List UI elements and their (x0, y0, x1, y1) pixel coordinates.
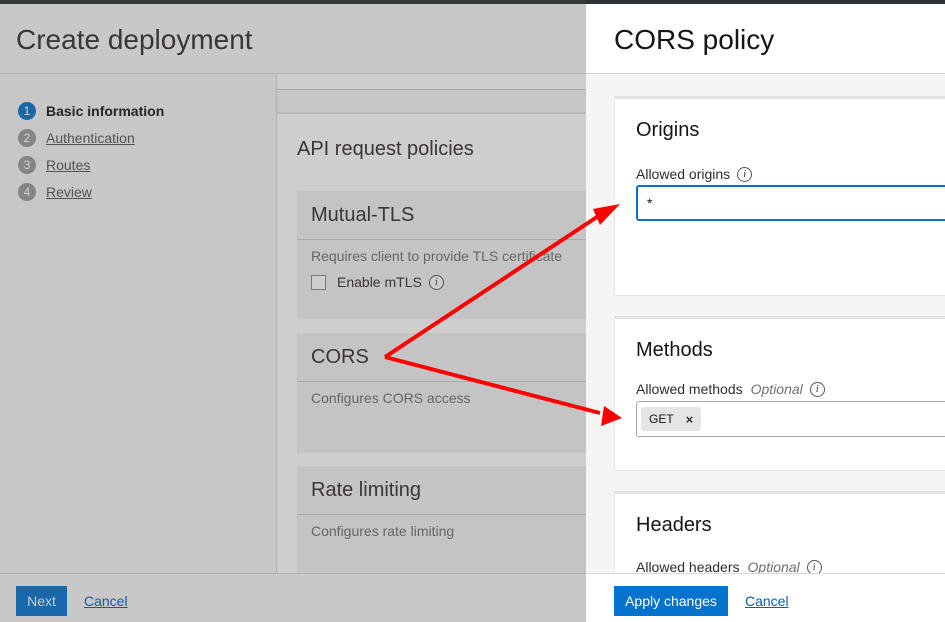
origins-title: Origins (636, 119, 700, 141)
panel-footer: Apply changes Cancel (586, 573, 945, 622)
methods-section: Methods Allowed methods Optional i GET × (614, 316, 945, 471)
origins-section: Origins Allowed origins i (614, 96, 945, 296)
allowed-origins-input[interactable] (636, 185, 945, 221)
allowed-methods-input[interactable]: GET × (636, 401, 945, 437)
apply-changes-button[interactable]: Apply changes (614, 586, 728, 616)
panel-cancel-button[interactable]: Cancel (745, 593, 789, 609)
headers-title: Headers (636, 514, 712, 536)
allowed-methods-label: Allowed methods Optional i (636, 381, 825, 397)
optional-tag: Optional (750, 381, 803, 397)
modal-overlay (0, 0, 586, 622)
cors-policy-panel: CORS policy Origins Allowed origins i Me… (586, 4, 945, 622)
allowed-methods-text: Allowed methods (636, 381, 743, 397)
allowed-origins-text: Allowed origins (636, 166, 731, 182)
allowed-origins-label: Allowed origins i (636, 166, 753, 182)
panel-header: CORS policy (586, 4, 945, 74)
panel-title: CORS policy (614, 24, 775, 55)
method-chip: GET × (641, 407, 702, 431)
info-icon[interactable]: i (737, 166, 753, 182)
close-icon[interactable]: × (686, 412, 694, 427)
info-icon[interactable]: i (809, 381, 825, 397)
methods-title: Methods (636, 339, 713, 361)
method-chip-label: GET (649, 412, 674, 426)
